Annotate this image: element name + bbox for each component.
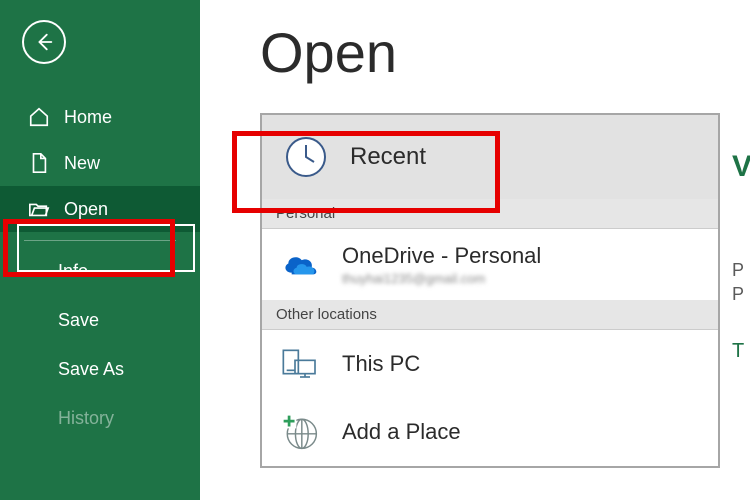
section-header-personal: Personal <box>262 199 718 229</box>
peek-text: V <box>732 150 750 184</box>
nav-label: New <box>64 153 100 174</box>
page-title: Open <box>260 20 750 85</box>
this-pc-icon <box>280 344 320 384</box>
onedrive-icon <box>280 245 320 285</box>
nav-label: Home <box>64 107 112 128</box>
location-text: OneDrive - Personal thuyhai1235@gmail.co… <box>342 243 541 286</box>
arrow-left-icon <box>33 31 55 53</box>
nav-home[interactable]: Home <box>0 94 200 140</box>
nav-save-as[interactable]: Save As <box>0 345 200 394</box>
location-label: Recent <box>350 143 426 171</box>
locations-list: Recent Personal OneDrive - Personal thuy… <box>260 113 720 468</box>
nav-new[interactable]: New <box>0 140 200 186</box>
location-sublabel: thuyhai1235@gmail.com <box>342 271 541 286</box>
location-recent[interactable]: Recent <box>262 115 718 199</box>
document-icon <box>28 152 50 174</box>
location-label: OneDrive - Personal <box>342 243 541 269</box>
peek-text: P <box>732 260 744 281</box>
sidebar-divider <box>24 240 176 241</box>
right-panel-peek: V P P T <box>730 150 750 450</box>
location-label: Add a Place <box>342 419 461 445</box>
add-place-icon <box>280 412 320 452</box>
location-add-place[interactable]: Add a Place <box>262 398 718 466</box>
backstage-sidebar: Home New Open Info Save Save As History <box>0 0 200 500</box>
clock-icon <box>284 135 328 179</box>
folder-open-icon <box>28 198 50 220</box>
location-label: This PC <box>342 351 420 377</box>
location-onedrive[interactable]: OneDrive - Personal thuyhai1235@gmail.co… <box>262 229 718 300</box>
nav-save[interactable]: Save <box>0 296 200 345</box>
main-panel: Open Recent Personal OneDrive - Personal <box>220 0 750 500</box>
location-this-pc[interactable]: This PC <box>262 330 718 398</box>
back-button[interactable] <box>22 20 66 64</box>
peek-text: T <box>732 340 744 363</box>
nav-open[interactable]: Open <box>0 186 200 232</box>
section-header-other: Other locations <box>262 300 718 330</box>
peek-text: P <box>732 284 744 305</box>
nav-info[interactable]: Info <box>0 247 200 296</box>
nav-label: Open <box>64 199 108 220</box>
nav-history: History <box>0 394 200 443</box>
home-icon <box>28 106 50 128</box>
